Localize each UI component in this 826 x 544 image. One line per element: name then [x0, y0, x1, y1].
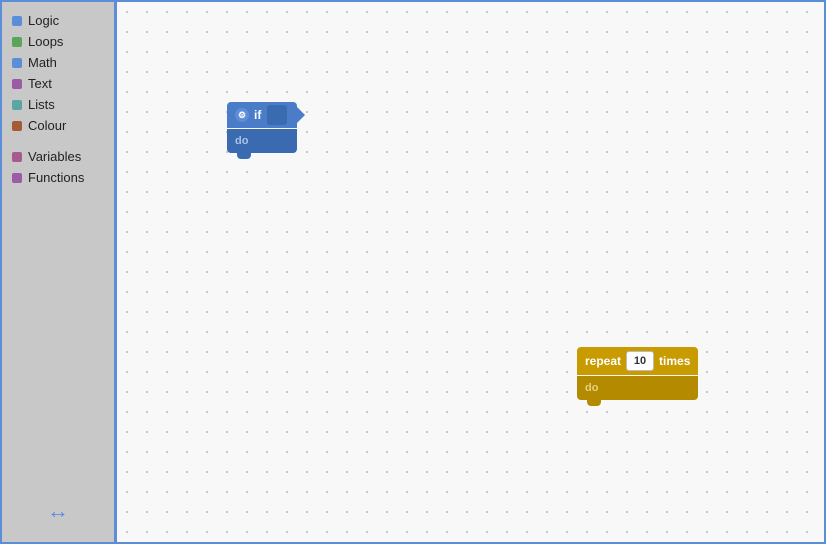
- repeat-block-header[interactable]: repeat 10 times: [577, 347, 698, 375]
- sidebar-item-functions[interactable]: Functions: [2, 167, 114, 188]
- if-condition-slot[interactable]: [267, 105, 287, 125]
- times-label: times: [659, 354, 690, 368]
- if-block[interactable]: ⚙ if do: [227, 102, 297, 153]
- sidebar-label-colour: Colour: [28, 118, 66, 133]
- repeat-block[interactable]: repeat 10 times do: [577, 347, 698, 400]
- do-label: do: [235, 135, 248, 147]
- sidebar-item-colour[interactable]: Colour: [2, 115, 114, 136]
- sidebar-label-functions: Functions: [28, 170, 84, 185]
- resize-arrow-icon: ↔: [47, 498, 69, 523]
- math-color-dot: [12, 58, 22, 68]
- sidebar-label-variables: Variables: [28, 149, 81, 164]
- repeat-value-input[interactable]: 10: [626, 351, 654, 371]
- variables-color-dot: [12, 152, 22, 162]
- resize-handle[interactable]: ↔: [47, 498, 69, 524]
- if-block-header[interactable]: ⚙ if: [227, 102, 297, 128]
- sidebar-item-loops[interactable]: Loops: [2, 31, 114, 52]
- colour-color-dot: [12, 121, 22, 131]
- repeat-inner-bump: [600, 384, 612, 392]
- sidebar-item-lists[interactable]: Lists: [2, 94, 114, 115]
- sidebar-item-logic[interactable]: Logic: [2, 10, 114, 31]
- sidebar-item-text[interactable]: Text: [2, 73, 114, 94]
- repeat-block-body: do: [577, 376, 698, 400]
- lists-color-dot: [12, 100, 22, 110]
- repeat-do-label: do: [585, 382, 598, 394]
- sidebar-label-loops: Loops: [28, 34, 63, 49]
- sidebar-label-logic: Logic: [28, 13, 59, 28]
- gear-icon[interactable]: ⚙: [235, 108, 249, 122]
- logic-color-dot: [12, 16, 22, 26]
- workspace[interactable]: ⚙ if do repeat 10 times: [117, 2, 824, 542]
- sidebar-item-variables[interactable]: Variables: [2, 146, 114, 167]
- sidebar-label-text: Text: [28, 76, 52, 91]
- if-block-body: do: [227, 129, 297, 153]
- repeat-block-bump: [587, 400, 601, 406]
- loops-color-dot: [12, 37, 22, 47]
- sidebar-label-math: Math: [28, 55, 57, 70]
- sidebar-label-lists: Lists: [28, 97, 55, 112]
- if-block-bump: [237, 153, 251, 159]
- repeat-label: repeat: [585, 354, 621, 368]
- text-color-dot: [12, 79, 22, 89]
- sidebar: Logic Loops Math Text Lists Colour Varia…: [2, 2, 117, 542]
- functions-color-dot: [12, 173, 22, 183]
- if-label: if: [254, 108, 261, 122]
- sidebar-item-math[interactable]: Math: [2, 52, 114, 73]
- main-container: Logic Loops Math Text Lists Colour Varia…: [0, 0, 826, 544]
